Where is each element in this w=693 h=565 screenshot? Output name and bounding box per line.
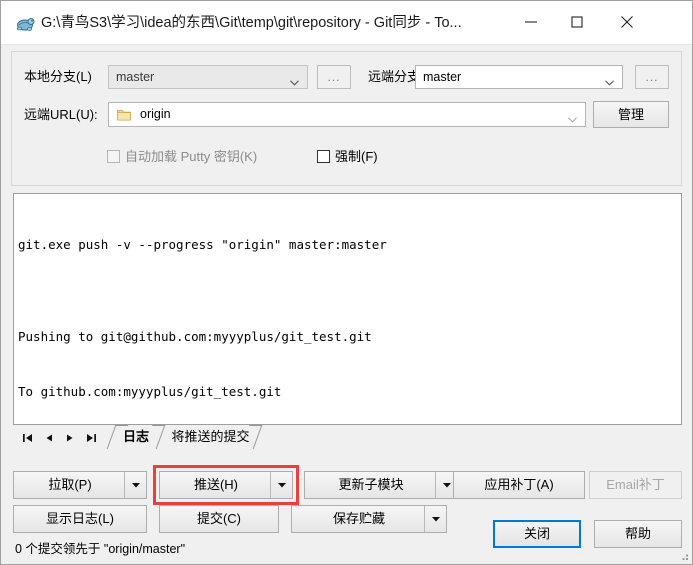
commit-label: 提交(C) — [196, 511, 242, 526]
save-stash-button[interactable]: 保存贮藏 — [291, 505, 447, 533]
close-button[interactable]: 关闭 — [493, 520, 581, 548]
remote-branch-value: master — [423, 70, 462, 84]
console-text: git.exe push -v --progress "origin" mast… — [18, 199, 677, 424]
email-patch-label: Email补丁 — [606, 477, 665, 492]
local-branch-browse-button[interactable]: ... — [317, 65, 351, 89]
console-line: Pushing to git@github.com:myyyplus/git_t… — [18, 328, 372, 344]
console-line: git.exe push -v --progress "origin" mast… — [18, 236, 387, 252]
tab-nav-first-button[interactable] — [19, 429, 37, 447]
remote-branch-browse-label: ... — [645, 70, 659, 84]
remote-branch-combo[interactable]: master — [415, 65, 623, 89]
chevron-down-icon — [605, 75, 614, 86]
push-label: 推送(H) — [193, 477, 239, 492]
autoload-putty-label: 自动加载 Putty 密钥(K) — [125, 149, 258, 164]
minimize-button[interactable] — [508, 1, 554, 43]
force-label: 强制(F) — [335, 149, 378, 164]
show-log-button[interactable]: 显示日志(L) — [13, 505, 147, 533]
resize-grip[interactable] — [677, 549, 689, 561]
tab-commits-to-push[interactable]: 将推送的提交 — [168, 425, 263, 449]
tab-nav-last-button[interactable] — [82, 429, 100, 447]
remote-url-label: 远端URL(U): — [24, 107, 98, 122]
commit-button[interactable]: 提交(C) — [159, 505, 279, 533]
console-line: To github.com:myyyplus/git_test.git — [18, 384, 282, 400]
sync-options-group: 本地分支(L) master ... 远端分支(R) master ... 远端… — [11, 51, 682, 186]
force-checkbox[interactable] — [317, 150, 330, 163]
remote-branch-browse-button[interactable]: ... — [635, 65, 669, 89]
tab-nav-next-button[interactable] — [61, 429, 79, 447]
tab-nav-prev-button[interactable] — [40, 429, 58, 447]
show-log-label: 显示日志(L) — [46, 511, 114, 526]
push-button[interactable]: 推送(H) — [159, 471, 293, 499]
local-branch-combo[interactable]: master — [108, 65, 308, 89]
status-text: 0 个提交领先于 "origin/master" — [15, 542, 186, 556]
save-stash-dropdown-arrow[interactable] — [424, 506, 446, 532]
maximize-button[interactable] — [554, 1, 600, 43]
pull-button[interactable]: 拉取(P) — [13, 471, 147, 499]
manage-label: 管理 — [617, 107, 644, 122]
output-console[interactable]: git.exe push -v --progress "origin" mast… — [13, 193, 682, 425]
title-bar: G:\青鸟S3\学习\idea的东西\Git\temp\git\reposito… — [1, 1, 692, 45]
folder-icon — [117, 108, 131, 121]
git-sync-window: G:\青鸟S3\学习\idea的东西\Git\temp\git\reposito… — [0, 0, 693, 565]
apply-patch-button[interactable]: 应用补丁(A) — [453, 471, 585, 499]
chevron-down-icon — [568, 112, 577, 123]
remote-url-value: origin — [140, 107, 171, 121]
chevron-down-icon — [290, 75, 299, 86]
update-submodule-label: 更新子模块 — [338, 477, 404, 492]
email-patch-button: Email补丁 — [589, 471, 682, 499]
save-stash-label: 保存贮藏 — [332, 511, 385, 526]
pull-dropdown-arrow[interactable] — [124, 472, 146, 498]
help-label: 帮助 — [624, 526, 651, 541]
manage-remotes-button[interactable]: 管理 — [593, 101, 669, 128]
local-branch-label: 本地分支(L) — [24, 69, 92, 84]
push-dropdown-arrow[interactable] — [270, 472, 292, 498]
pull-label: 拉取(P) — [48, 477, 92, 492]
tab-commits-label: 将推送的提交 — [171, 429, 250, 444]
window-title: G:\青鸟S3\学习\idea的东西\Git\temp\git\reposito… — [41, 15, 461, 31]
local-branch-value: master — [116, 70, 155, 84]
close-window-button[interactable] — [604, 1, 650, 43]
apply-patch-label: 应用补丁(A) — [484, 477, 554, 492]
autoload-putty-checkbox[interactable] — [107, 150, 120, 163]
local-branch-browse-label: ... — [327, 70, 341, 84]
help-button[interactable]: 帮助 — [594, 520, 682, 548]
update-submodule-button[interactable]: 更新子模块 — [304, 471, 458, 499]
tortoisegit-turtle-icon — [15, 13, 35, 33]
close-label: 关闭 — [523, 526, 550, 541]
tab-bar: 日志 将推送的提交 — [13, 425, 682, 451]
remote-url-combo[interactable]: origin — [108, 102, 586, 127]
tab-log[interactable]: 日志 — [106, 425, 166, 449]
